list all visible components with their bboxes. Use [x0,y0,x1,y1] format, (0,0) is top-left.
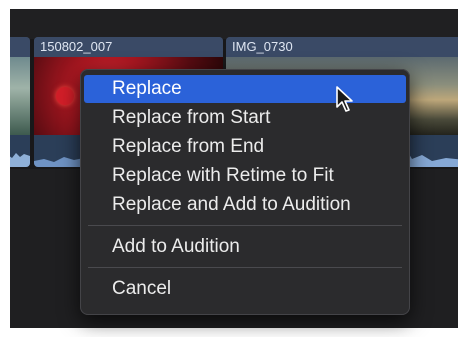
clip-audio-waveform [10,135,30,167]
clip-name: IMG_0730 [226,37,458,57]
menu-item-cancel[interactable]: Cancel [84,274,406,303]
lantern-shape [56,87,74,105]
menu-item-replace-and-add-to-audition[interactable]: Replace and Add to Audition [84,190,406,219]
arrow-cursor-icon [336,86,353,112]
menu-separator [88,267,402,268]
menu-item-add-to-audition[interactable]: Add to Audition [84,232,406,261]
clip-name [10,37,30,57]
menu-item-replace-from-end[interactable]: Replace from End [84,132,406,161]
menu-separator [88,225,402,226]
menu-item-replace-with-retime[interactable]: Replace with Retime to Fit [84,161,406,190]
timeline-clip-left[interactable] [10,37,30,167]
clip-thumbnail [10,57,30,135]
replace-context-menu: Replace Replace from Start Replace from … [80,69,410,315]
menu-item-replace[interactable]: Replace [84,75,406,103]
clip-name: 150802_007 [34,37,223,57]
menu-item-replace-from-start[interactable]: Replace from Start [84,103,406,132]
